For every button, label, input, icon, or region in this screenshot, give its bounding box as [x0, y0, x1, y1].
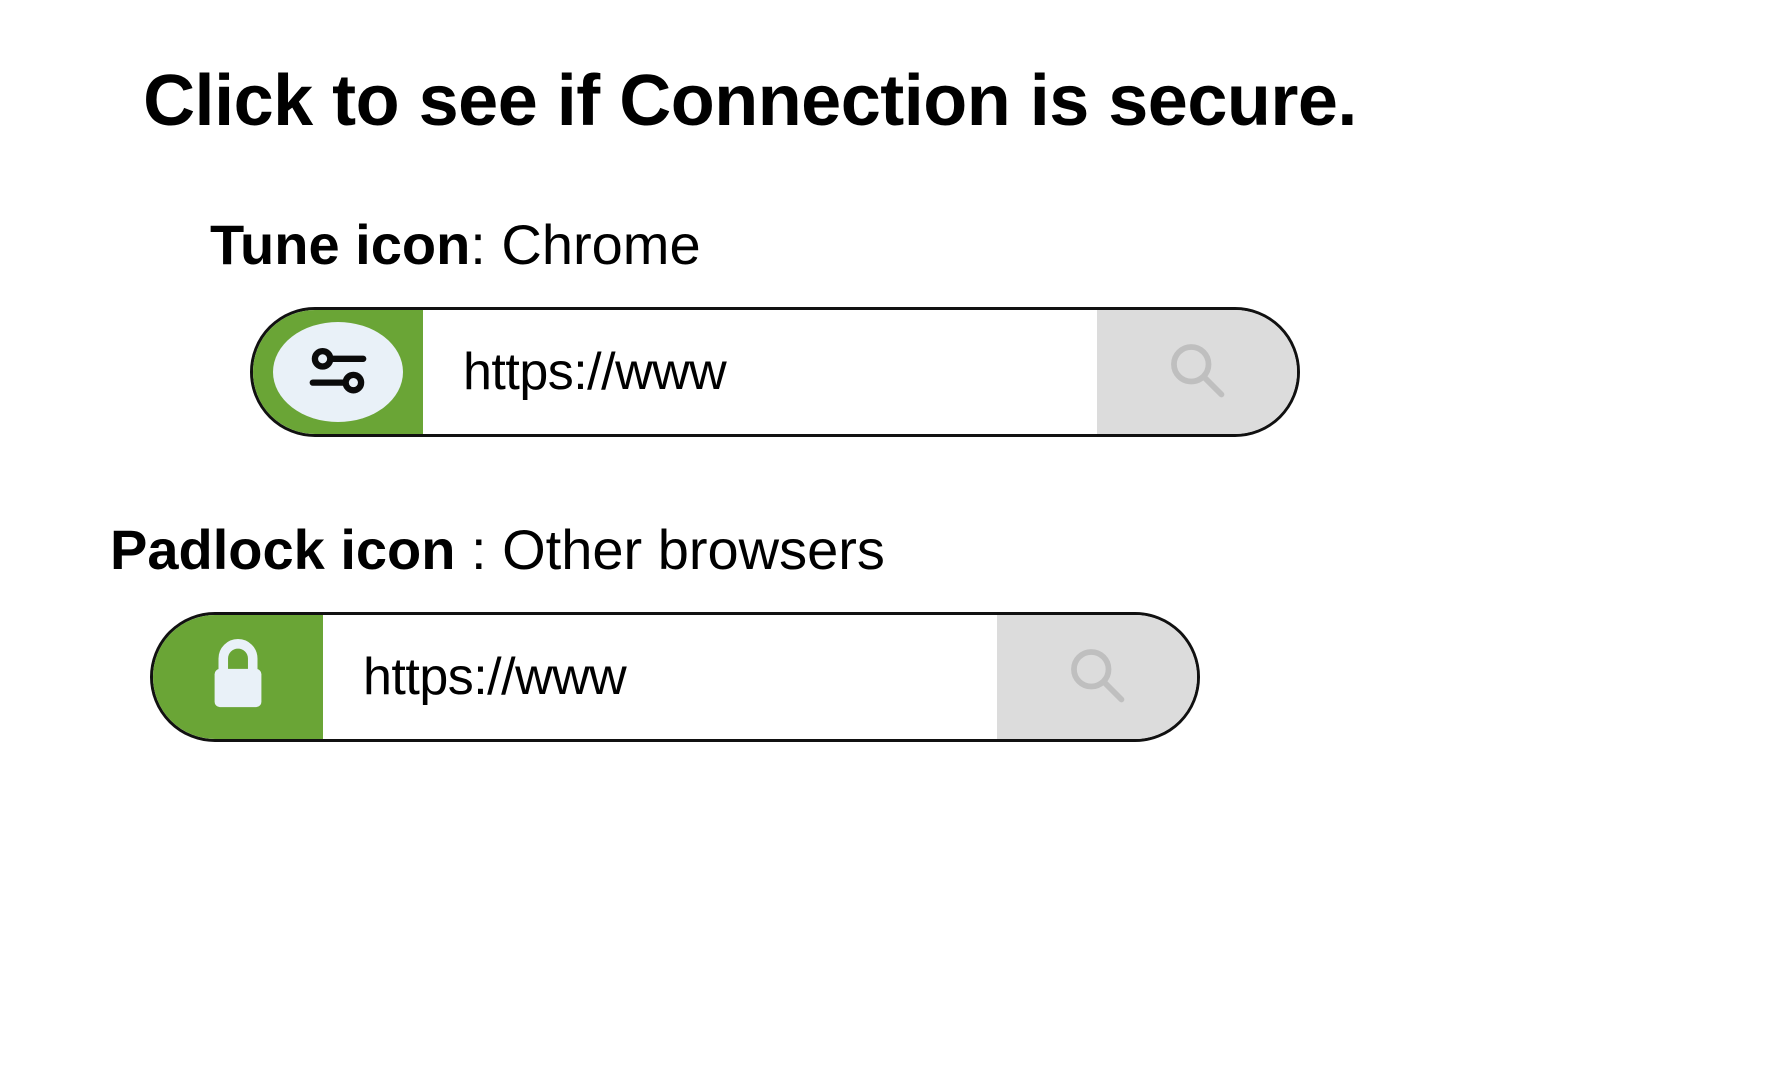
- other-browsers-example: Padlock icon : Other browsers https://ww…: [110, 517, 1500, 742]
- search-icon: [1161, 334, 1233, 411]
- chrome-label-sep: :: [470, 213, 501, 276]
- other-label-sep: :: [471, 518, 502, 581]
- chrome-label-icon-name: Tune icon: [210, 213, 470, 276]
- other-browsers-example-label: Padlock icon : Other browsers: [110, 517, 1500, 582]
- chrome-label-browser: Chrome: [501, 213, 700, 276]
- other-search-button[interactable]: [997, 615, 1197, 739]
- chrome-example: Tune icon: Chrome https://www: [210, 212, 1500, 437]
- chrome-example-label: Tune icon: Chrome: [210, 212, 1500, 277]
- padlock-icon: [207, 636, 269, 719]
- site-info-button[interactable]: [153, 615, 323, 739]
- other-url-text[interactable]: https://www: [323, 615, 997, 739]
- other-label-browser: Other browsers: [502, 518, 885, 581]
- chrome-url-text[interactable]: https://www: [423, 310, 1097, 434]
- site-info-button[interactable]: [253, 310, 423, 434]
- tune-icon: [303, 335, 373, 410]
- chrome-search-button[interactable]: [1097, 310, 1297, 434]
- page-title: Click to see if Connection is secure.: [80, 60, 1420, 142]
- other-address-bar: https://www: [150, 612, 1200, 742]
- search-icon: [1061, 639, 1133, 716]
- other-label-icon-name: Padlock icon: [110, 518, 471, 581]
- chrome-address-bar: https://www: [250, 307, 1300, 437]
